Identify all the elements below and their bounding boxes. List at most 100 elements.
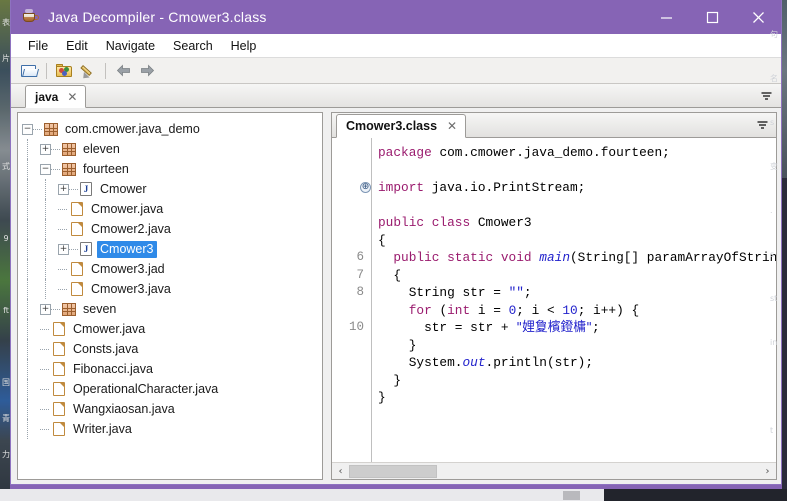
tree-node[interactable]: Wangxiaosan.java: [22, 399, 322, 419]
panel-splitter[interactable]: [323, 112, 331, 480]
tree-node[interactable]: Cmower.java: [22, 199, 322, 219]
line-number: 8: [356, 285, 364, 299]
taskbar-button[interactable]: [563, 491, 580, 500]
tree-node[interactable]: − com.cmower.java_demo: [22, 119, 322, 139]
edit-pencil-button[interactable]: [76, 60, 100, 82]
maximize-button[interactable]: [689, 0, 735, 34]
pencil-icon: [79, 64, 97, 81]
tree-node[interactable]: + J Cmower: [22, 179, 322, 199]
tree-node[interactable]: + seven: [22, 299, 322, 319]
package-tree-panel[interactable]: − com.cmower.java_demo + eleven − fourteen + J C…: [17, 112, 323, 480]
code-token-kw: for: [408, 302, 432, 318]
editor-tabstrip-overflow-icon[interactable]: [755, 118, 769, 132]
tabstrip-overflow-icon[interactable]: [759, 89, 773, 103]
close-button[interactable]: [735, 0, 781, 34]
window-title: Java Decompiler - Cmower3.class: [48, 9, 267, 25]
collapse-icon[interactable]: −: [22, 123, 33, 135]
java-class-icon: J: [80, 242, 92, 256]
tab-java[interactable]: java ✕: [25, 85, 87, 108]
navigate-forward-button[interactable]: [135, 60, 159, 82]
source-code[interactable]: package com.cmower.java_demo.fourteen; i…: [372, 138, 776, 462]
tree-node[interactable]: OperationalCharacter.java: [22, 379, 322, 399]
background-ide-text: in: [770, 338, 778, 347]
tree-branch-stub: [58, 264, 67, 275]
tree-node[interactable]: Cmower3.java: [22, 279, 322, 299]
tree-indent: [22, 419, 40, 439]
line-number-gutter: ⊕ 6 7 8 10: [332, 138, 372, 462]
code-line: {: [378, 232, 776, 250]
folder-open-icon: [20, 64, 39, 78]
tree-branch-stub: [58, 224, 67, 235]
menu-search[interactable]: Search: [164, 36, 222, 56]
tab-cmower3-class[interactable]: Cmower3.class ✕: [336, 114, 467, 138]
code-token-fld: main: [539, 250, 570, 265]
editor-horizontal-scrollbar[interactable]: ‹ ›: [332, 462, 776, 479]
tree-node[interactable]: − fourteen: [22, 159, 322, 179]
open-file-button[interactable]: [17, 60, 41, 82]
tree-node[interactable]: + eleven: [22, 139, 322, 159]
tree-indent: [22, 279, 58, 299]
line-number-blank: ⊕: [332, 179, 371, 197]
scroll-left-arrow[interactable]: ‹: [332, 463, 349, 479]
code-token: (String[] paramArrayOfString): [570, 250, 776, 265]
menu-navigate[interactable]: Navigate: [97, 36, 164, 56]
code-token: com.cmower.java_demo.fourteen;: [431, 145, 670, 160]
java-file-icon: [71, 222, 83, 236]
open-package-button[interactable]: [52, 60, 76, 82]
tree-indent: [22, 319, 40, 339]
scroll-right-arrow[interactable]: ›: [759, 463, 776, 479]
tree-node[interactable]: Cmower2.java: [22, 219, 322, 239]
tab-java-close-icon[interactable]: ✕: [66, 91, 78, 103]
hscroll-thumb[interactable]: [349, 465, 437, 478]
window-controls: [643, 0, 781, 34]
tree-branch-stub: [40, 424, 49, 435]
code-line: }: [378, 337, 776, 355]
code-token: }: [378, 372, 402, 388]
tree-node[interactable]: Cmower.java: [22, 319, 322, 339]
tree-guide-line: [27, 399, 28, 419]
tree-branch-stub: [51, 164, 60, 175]
tree-indent: [22, 259, 58, 279]
tree-guide-line: [27, 259, 28, 279]
code-token-kw: int: [447, 302, 471, 318]
expand-icon[interactable]: +: [58, 183, 69, 195]
code-fold-expand-icon[interactable]: ⊕: [360, 182, 371, 193]
package-icon: [55, 63, 73, 78]
expand-icon[interactable]: +: [40, 303, 51, 315]
expand-icon[interactable]: +: [58, 243, 69, 255]
menu-edit[interactable]: Edit: [57, 36, 97, 56]
background-ide-text: st: [770, 294, 778, 303]
editor-tab-close-icon[interactable]: ✕: [446, 120, 458, 132]
line-number-blank: [332, 144, 371, 162]
menu-help[interactable]: Help: [222, 36, 266, 56]
code-token-kw: import: [378, 180, 425, 195]
java-file-icon: [71, 202, 83, 216]
tree-indent: [22, 239, 58, 259]
window-titlebar[interactable]: Java Decompiler - Cmower3.class: [11, 0, 781, 34]
tree-node[interactable]: Cmower3.jad: [22, 259, 322, 279]
code-line: str = str + "娌夐檳鐙槦";: [378, 319, 776, 337]
tree-node[interactable]: Fibonacci.java: [22, 359, 322, 379]
menu-file[interactable]: File: [19, 36, 57, 56]
code-token-cjk: "娌夐檳鐙槦": [516, 320, 592, 335]
background-ide-text: t: [770, 426, 774, 435]
editor-tab-label: Cmower3.class: [346, 119, 438, 133]
navigate-back-button[interactable]: [111, 60, 135, 82]
line-number-blank: [332, 162, 371, 180]
expand-icon[interactable]: +: [40, 143, 51, 155]
tree-branch-stub: [69, 244, 78, 255]
package-icon: [62, 302, 76, 316]
code-area[interactable]: ⊕ 6 7 8 10 package com.cmower.java_demo.four…: [332, 138, 776, 462]
code-token: }: [378, 337, 417, 353]
tree-node[interactable]: Writer.java: [22, 419, 322, 439]
minimize-button[interactable]: [643, 0, 689, 34]
tree-indent: [22, 219, 58, 239]
tree-node[interactable]: + J Cmower3: [22, 239, 322, 259]
tree-node-label: seven: [83, 301, 117, 316]
code-line: String str = "";: [378, 284, 776, 302]
collapse-icon[interactable]: −: [40, 163, 51, 175]
tree-guide-line: [45, 259, 46, 279]
tree-node[interactable]: Consts.java: [22, 339, 322, 359]
